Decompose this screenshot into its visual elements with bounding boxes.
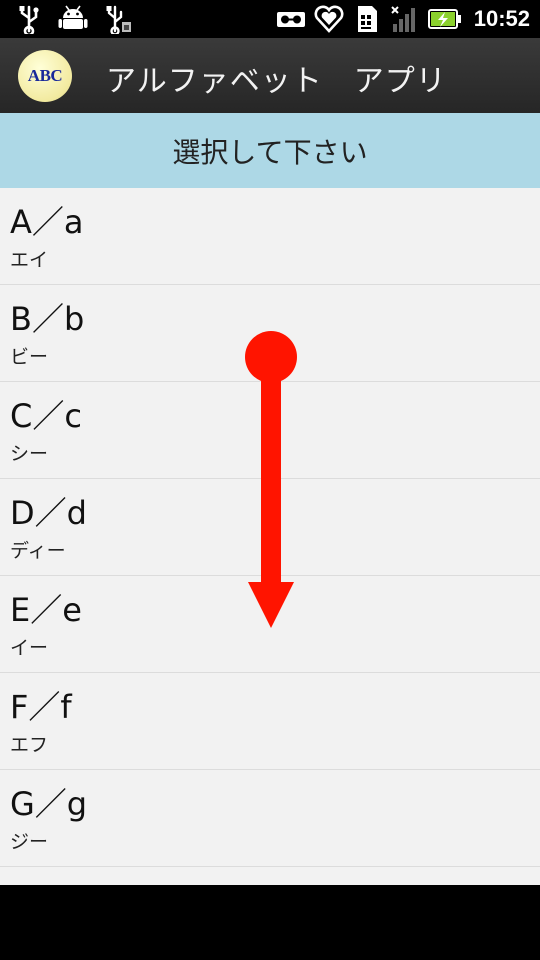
item-letter: B／b	[10, 300, 85, 338]
list-item-e[interactable]: E／e イー	[0, 576, 540, 673]
item-reading: ディー	[10, 540, 66, 562]
item-reading: エフ	[10, 734, 49, 756]
list-item-c[interactable]: C／c シー	[0, 382, 540, 479]
usb-icon	[19, 5, 39, 34]
item-letter: E／e	[10, 591, 82, 629]
app-logo: ABC	[18, 50, 72, 102]
item-letter: A／a	[10, 203, 84, 241]
list-item-d[interactable]: D／d ディー	[0, 479, 540, 576]
screen: 10:52 ABC アルファベット アプリ 選択して下さい A／a エイ B／b…	[0, 0, 540, 960]
sim-icon	[357, 6, 377, 32]
instruction-text: 選択して下さい	[172, 135, 368, 169]
android-debug-icon	[58, 5, 88, 29]
app-title: アルファベット アプリ	[106, 64, 447, 99]
status-bar-left	[14, 4, 132, 34]
list-item-g[interactable]: G／g ジー	[0, 770, 540, 867]
item-letter: F／f	[10, 688, 72, 726]
item-reading: イー	[10, 637, 49, 659]
item-reading: シー	[10, 443, 49, 465]
status-bar-right: 10:52	[276, 4, 530, 34]
status-bar: 10:52	[0, 0, 540, 38]
item-letter: C／c	[10, 397, 82, 435]
instruction-banner: 選択して下さい	[0, 113, 540, 188]
bottom-blank-area	[0, 885, 540, 960]
list-item-b[interactable]: B／b ビー	[0, 285, 540, 382]
signal-icon	[391, 6, 415, 32]
alphabet-list[interactable]: A／a エイ B／b ビー C／c シー D／d ディー E／e イー F／f …	[0, 188, 540, 885]
app-logo-text: ABC	[27, 66, 63, 85]
item-letter: D／d	[10, 494, 87, 532]
app-title-bar: ABC アルファベット アプリ	[0, 38, 540, 113]
item-reading: ビー	[10, 346, 49, 368]
item-reading: エイ	[10, 249, 49, 271]
list-item-f[interactable]: F／f エフ	[0, 673, 540, 770]
status-time: 10:52	[473, 6, 530, 31]
battery-charging-icon	[427, 9, 461, 29]
voicemail-icon	[276, 12, 305, 27]
item-reading: ジー	[10, 831, 49, 853]
item-letter: G／g	[10, 785, 88, 823]
usb-storage-icon	[106, 5, 131, 34]
list-item-a[interactable]: A／a エイ	[0, 188, 540, 285]
heart-icon	[314, 5, 344, 33]
